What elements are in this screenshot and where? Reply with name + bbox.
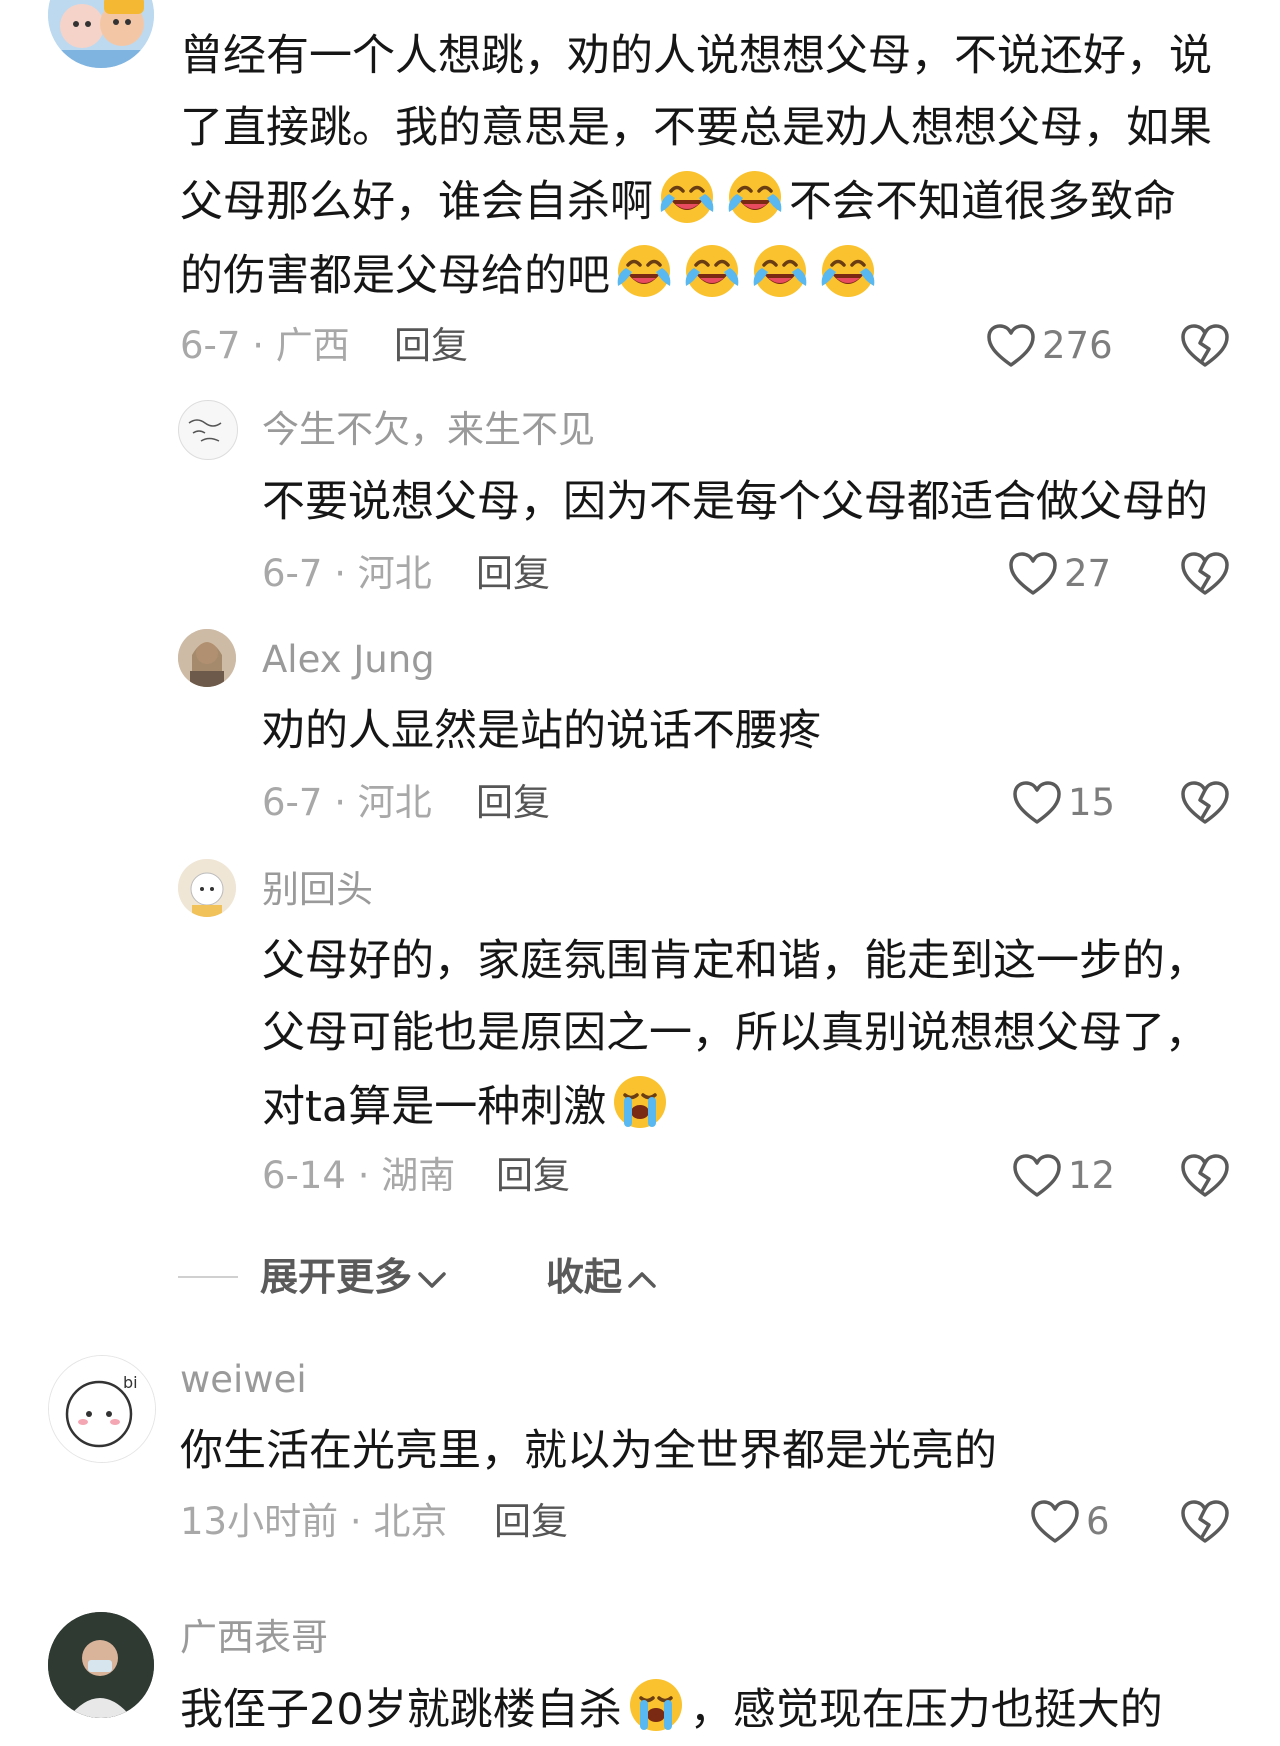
svg-text:bi: bi: [123, 1373, 138, 1392]
reply-text: 父母好的，家庭氛围肯定和谐，能走到这一步的， 父母可能也是原因之一，所以真别说想…: [262, 925, 1208, 1143]
avatar[interactable]: bi: [48, 1355, 156, 1463]
avatar[interactable]: [178, 629, 236, 687]
reply-meta: 6-14 · 湖南 回复 12: [262, 1151, 1240, 1201]
reply-button[interactable]: 回复: [476, 549, 550, 599]
like-count: 27: [1064, 552, 1112, 595]
dislike-broken-heart-icon[interactable]: [1180, 780, 1230, 826]
tears-of-joy-icon: [748, 238, 812, 302]
comment-line: 父母那么好，谁会自杀啊 不会不知道很多致命: [180, 164, 1212, 238]
comment-text: 你生活在光亮里，就以为全世界都是光亮的: [180, 1415, 997, 1487]
heart-icon: [1012, 1153, 1062, 1199]
expand-more-label: 展开更多: [260, 1255, 413, 1299]
thread-controls: 展开更多 收起: [178, 1249, 878, 1305]
comment-line: 曾经有一个人想跳，劝的人说想想父母，不说还好，说: [180, 31, 1212, 81]
expand-more-button[interactable]: 展开更多: [260, 1249, 448, 1305]
loudly-crying-icon: [624, 1672, 688, 1736]
reply-line: 父母可能也是原因之一，所以真别说想想父母了，: [262, 1008, 1208, 1058]
comment-line: 的伤害都是父母给的吧: [180, 238, 1212, 312]
collapse-label: 收起: [546, 1255, 623, 1299]
username[interactable]: Alex Jung: [262, 638, 435, 682]
tears-of-joy-icon: [816, 238, 880, 302]
username[interactable]: weiwei: [180, 1358, 307, 1402]
like-button[interactable]: 27: [1008, 549, 1111, 599]
like-button[interactable]: 12: [1012, 1151, 1115, 1201]
reply-button[interactable]: 回复: [476, 778, 550, 828]
photo-avatar-icon: [178, 629, 236, 687]
collapse-button[interactable]: 收起: [546, 1249, 658, 1305]
heart-icon: [1030, 1499, 1080, 1545]
comment-line: 了直接跳。我的意思是，不要总是劝人想想父母，如果: [180, 103, 1212, 153]
comment-meta: 6-7 · 广西 回复 276: [180, 321, 1240, 371]
comment-text: 我侄子20岁就跳楼自杀 ，感觉现在压力也挺大的: [180, 1672, 1163, 1746]
username[interactable]: 别回头: [262, 868, 373, 912]
sheep-avatar-icon: [178, 859, 236, 917]
divider: [178, 1276, 238, 1278]
like-count: 276: [1042, 324, 1113, 367]
dislike-broken-heart-icon[interactable]: [1180, 323, 1230, 369]
avatar[interactable]: [178, 859, 236, 917]
username[interactable]: 今生不欠，来生不见: [262, 408, 595, 452]
like-button[interactable]: 276: [986, 321, 1113, 371]
reply-line: 劝的人显然是站的说话不腰疼: [262, 706, 821, 756]
tears-of-joy-icon: [680, 238, 744, 302]
cute-face-avatar-icon: bi: [49, 1356, 155, 1462]
chevron-up-icon: [628, 1271, 656, 1288]
dislike-broken-heart-icon[interactable]: [1180, 1153, 1230, 1199]
like-count: 12: [1068, 1154, 1116, 1197]
avatar[interactable]: [48, 0, 154, 68]
loudly-crying-icon: [608, 1069, 672, 1133]
handwriting-avatar-icon: [188, 419, 222, 442]
reply-date-location: 6-7 · 河北: [262, 781, 432, 824]
heart-icon: [986, 323, 1036, 369]
reply-date-location: 6-7 · 河北: [262, 552, 432, 595]
comment-meta: 13小时前 · 北京 回复 6: [180, 1497, 1240, 1547]
reply-button[interactable]: 回复: [394, 321, 468, 371]
comment-line: 你生活在光亮里，就以为全世界都是光亮的: [180, 1426, 997, 1476]
reply-button[interactable]: 回复: [494, 1497, 568, 1547]
comment-line: 我侄子20岁就跳楼自杀 ，感觉现在压力也挺大的: [180, 1672, 1163, 1746]
cartoon-avatar-icon: [48, 0, 154, 68]
like-count: 6: [1086, 1500, 1110, 1543]
reply-line: 不要说想父母，因为不是每个父母都适合做父母的: [262, 477, 1208, 527]
comment-date-location: 6-7 · 广西: [180, 324, 350, 367]
dislike-broken-heart-icon[interactable]: [1180, 551, 1230, 597]
comment-date-location: 13小时前 · 北京: [180, 1500, 448, 1543]
heart-icon: [1008, 551, 1058, 597]
reply-line: 对ta算是一种刺激: [262, 1069, 1208, 1143]
like-button[interactable]: 15: [1012, 778, 1115, 828]
like-button[interactable]: 6: [1030, 1497, 1110, 1547]
username[interactable]: 广西表哥: [180, 1616, 328, 1660]
reply-button[interactable]: 回复: [496, 1151, 570, 1201]
reply-meta: 6-7 · 河北 回复 15: [262, 778, 1240, 828]
tears-of-joy-icon: [612, 238, 676, 302]
photo-avatar-icon: [48, 1612, 154, 1718]
avatar[interactable]: [178, 400, 238, 460]
avatar[interactable]: [48, 1612, 154, 1718]
comment-text: 曾经有一个人想跳，劝的人说想想父母，不说还好，说 了直接跳。我的意思是，不要总是…: [180, 20, 1212, 312]
dislike-broken-heart-icon[interactable]: [1180, 1499, 1230, 1545]
tears-of-joy-icon: [655, 164, 719, 228]
reply-meta: 6-7 · 河北 回复 27: [262, 549, 1240, 599]
heart-icon: [1012, 780, 1062, 826]
reply-text: 不要说想父母，因为不是每个父母都适合做父母的: [262, 466, 1208, 538]
reply-text: 劝的人显然是站的说话不腰疼: [262, 695, 821, 767]
tears-of-joy-icon: [723, 164, 787, 228]
reply-date-location: 6-14 · 湖南: [262, 1154, 456, 1197]
like-count: 15: [1068, 781, 1116, 824]
chevron-down-icon: [418, 1271, 446, 1288]
reply-line: 父母好的，家庭氛围肯定和谐，能走到这一步的，: [262, 936, 1208, 986]
